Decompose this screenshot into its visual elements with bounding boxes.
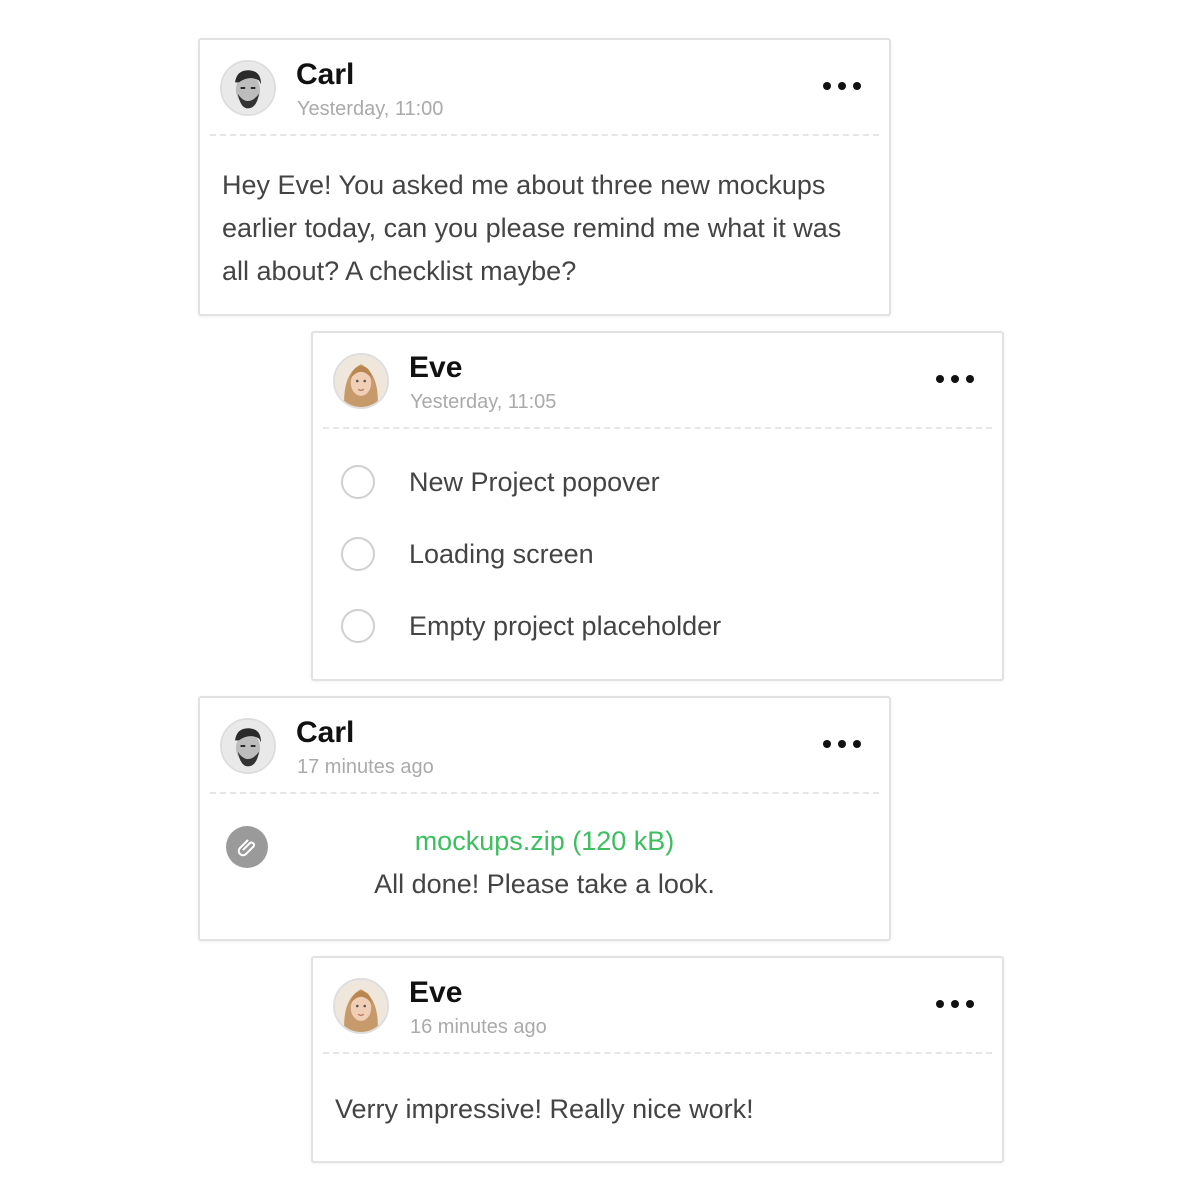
checklist-item[interactable]: Empty project placeholder [341, 606, 721, 646]
avatar[interactable] [220, 718, 276, 774]
message-card: Carl 17 minutes ago mockups.zip (120 kB)… [198, 696, 891, 941]
more-horizontal-icon [951, 375, 959, 383]
carl-avatar-image [222, 62, 274, 114]
timestamp: Yesterday, 11:05 [410, 391, 557, 413]
author-name[interactable]: Eve [409, 976, 462, 1010]
more-options-button[interactable] [823, 734, 861, 754]
more-options-button[interactable] [936, 994, 974, 1014]
more-horizontal-icon [838, 82, 846, 90]
author-name[interactable]: Carl [296, 716, 354, 750]
message-text: Hey Eve! You asked me about three new mo… [222, 170, 842, 286]
timestamp: 16 minutes ago [410, 1016, 547, 1038]
timestamp: Yesterday, 11:00 [297, 98, 444, 120]
message-card: Eve Yesterday, 11:05 New Project popover… [311, 331, 1004, 681]
carl-avatar-image [222, 720, 274, 772]
timestamp: 17 minutes ago [297, 756, 434, 778]
avatar[interactable] [333, 978, 389, 1034]
author-name[interactable]: Eve [409, 351, 462, 385]
more-horizontal-icon [966, 375, 974, 383]
attachment-link[interactable]: mockups.zip (120 kB) [200, 826, 889, 857]
checkbox[interactable] [341, 609, 375, 643]
message-text: All done! Please take a look. [374, 869, 715, 899]
more-horizontal-icon [853, 82, 861, 90]
checklist-item-label: New Project popover [409, 466, 660, 497]
divider [323, 1052, 992, 1054]
more-options-button[interactable] [936, 369, 974, 389]
more-horizontal-icon [853, 740, 861, 748]
more-horizontal-icon [823, 740, 831, 748]
checkbox[interactable] [341, 465, 375, 499]
divider [210, 792, 879, 794]
message-card: Carl Yesterday, 11:00 Hey Eve! You asked… [198, 38, 891, 316]
eve-avatar-image [335, 355, 387, 407]
checkbox[interactable] [341, 537, 375, 571]
avatar[interactable] [333, 353, 389, 409]
divider [210, 134, 879, 136]
more-horizontal-icon [838, 740, 846, 748]
more-horizontal-icon [936, 1000, 944, 1008]
avatar[interactable] [220, 60, 276, 116]
checklist-item[interactable]: New Project popover [341, 462, 660, 502]
more-horizontal-icon [823, 82, 831, 90]
eve-avatar-image [335, 980, 387, 1032]
more-horizontal-icon [936, 375, 944, 383]
checklist-item-label: Empty project placeholder [409, 610, 722, 641]
more-horizontal-icon [951, 1000, 959, 1008]
message-card: Eve 16 minutes ago Verry impressive! Rea… [311, 956, 1004, 1163]
divider [323, 427, 992, 429]
more-horizontal-icon [966, 1000, 974, 1008]
checklist-item[interactable]: Loading screen [341, 534, 594, 574]
message-text: Verry impressive! Really nice work! [335, 1094, 754, 1124]
checklist-item-label: Loading screen [409, 538, 594, 569]
more-options-button[interactable] [823, 76, 861, 96]
author-name[interactable]: Carl [296, 58, 354, 92]
